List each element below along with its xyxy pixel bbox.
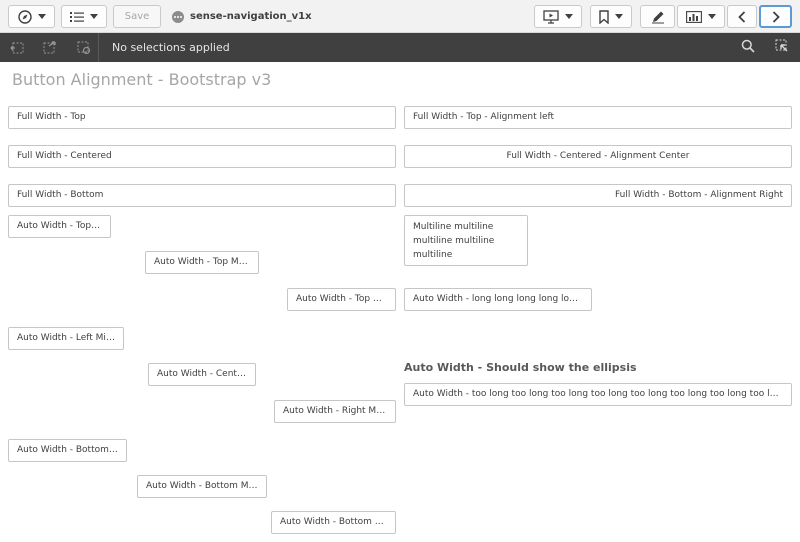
auto-top-middle-button[interactable]: Auto Width - Top Middle [145,251,259,274]
auto-too-long-button[interactable]: Auto Width - too long too long too long … [404,383,792,406]
auto-right-middle-button[interactable]: Auto Width - Right Middle [274,400,396,423]
full-width-bottom-right-button[interactable]: Full Width - Bottom - Alignment Right [404,184,792,207]
caret-down-icon [37,14,46,19]
bookmark-button[interactable] [590,5,632,28]
previous-sheet-button[interactable] [727,5,757,28]
edit-button[interactable] [640,5,675,28]
step-back-icon[interactable] [10,40,25,55]
auto-bottom-left-button[interactable]: Auto Width - Bottom Left [8,439,127,462]
full-width-bottom-button[interactable]: Full Width - Bottom [8,184,396,207]
caret-down-icon [90,14,98,19]
chart-icon [686,10,702,23]
sheet-title: Button Alignment - Bootstrap v3 [12,70,272,89]
auto-top-left-button[interactable]: Auto Width - Top Left [8,215,111,238]
selection-tool-button[interactable] [768,33,796,62]
step-forward-icon[interactable] [42,40,57,55]
chevron-left-icon [737,10,747,23]
selection-tool-icon [775,38,789,57]
app-icon [172,10,184,23]
present-button[interactable] [534,5,582,28]
auto-centered-button[interactable]: Auto Width - Centered [148,363,256,386]
chevron-right-icon [771,10,781,23]
selections-bar: No selections applied [0,33,800,62]
auto-long-button[interactable]: Auto Width - long long long long long lo… [404,288,592,311]
auto-top-right-button[interactable]: Auto Width - Top Right [287,288,396,311]
auto-left-middle-button[interactable]: Auto Width - Left Middle [8,327,124,350]
present-icon [543,9,559,24]
multiline-button[interactable]: Multiline multiline multiline multiline … [404,215,528,266]
selections-divider [98,33,99,62]
bookmark-icon [599,9,609,24]
search-button[interactable] [734,33,762,62]
caret-down-icon [708,14,716,19]
caret-down-icon [565,14,573,19]
caret-down-icon [615,14,623,19]
clear-selections-icon[interactable] [76,40,91,55]
list-icon [70,11,84,23]
edit-pencil-icon [651,10,665,24]
full-width-centered-center-button[interactable]: Full Width - Centered - Alignment Center [404,145,792,168]
insights-button[interactable] [677,5,725,28]
app-title: sense-navigation_v1x [172,0,312,33]
sheet-menu-button[interactable] [61,5,107,28]
ellipsis-heading: Auto Width - Should show the ellipsis [404,361,637,374]
full-width-centered-button[interactable]: Full Width - Centered [8,145,396,168]
navigation-menu-button[interactable] [8,5,55,28]
compass-icon [17,9,32,24]
search-icon [741,38,755,57]
selections-status: No selections applied [112,41,230,54]
auto-bottom-middle-button[interactable]: Auto Width - Bottom Middle [137,475,267,498]
next-sheet-button[interactable] [759,5,792,28]
top-toolbar: Save sense-navigation_v1x [0,0,800,33]
app-name: sense-navigation_v1x [190,11,312,22]
save-button[interactable]: Save [113,5,161,28]
full-width-top-left-button[interactable]: Full Width - Top - Alignment left [404,106,792,129]
auto-bottom-right-button[interactable]: Auto Width - Bottom Right [271,511,396,534]
full-width-top-button[interactable]: Full Width - Top [8,106,396,129]
